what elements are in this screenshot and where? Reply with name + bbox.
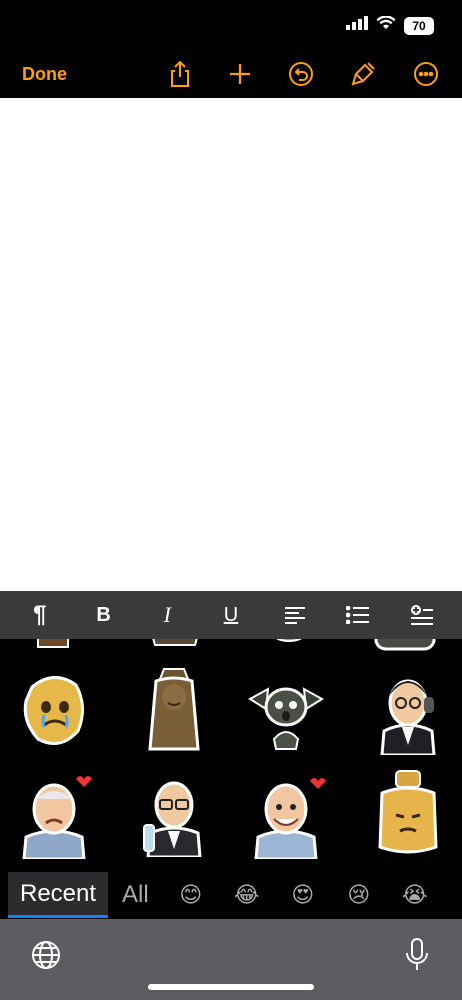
home-indicator: [148, 984, 314, 990]
underline-button[interactable]: U: [211, 595, 251, 635]
note-editor[interactable]: [0, 98, 462, 591]
gargoyle-sticker[interactable]: [246, 669, 326, 759]
markup-icon[interactable]: [349, 60, 377, 88]
format-toolbar: ¶ B I U: [0, 591, 462, 639]
sticker-partial[interactable]: [140, 639, 210, 651]
sticker-grid: [0, 639, 462, 871]
emoji-tab-laugh[interactable]: 😂: [219, 872, 275, 918]
add-icon[interactable]: [226, 60, 254, 88]
gold-nugget-sticker[interactable]: [14, 667, 94, 757]
sticker-partial[interactable]: [28, 639, 78, 651]
italic-button[interactable]: I: [147, 595, 187, 635]
emoji-tab-sad[interactable]: 😢: [331, 872, 387, 918]
bullet-list-icon[interactable]: [338, 595, 378, 635]
tab-recent[interactable]: Recent: [8, 872, 109, 918]
man-headphones-sticker[interactable]: [368, 665, 448, 757]
wooden-statue-sticker[interactable]: [134, 665, 214, 755]
tab-all[interactable]: All: [108, 872, 163, 918]
indent-icon[interactable]: [402, 595, 442, 635]
share-icon[interactable]: [166, 60, 194, 88]
emoji-tab-smile[interactable]: 😊: [163, 872, 219, 918]
status-bar: 70: [0, 0, 462, 50]
paragraph-style-button[interactable]: ¶: [20, 595, 60, 635]
status-icons: 70: [346, 15, 434, 35]
nav-bar: Done: [0, 50, 462, 98]
align-left-icon[interactable]: [275, 595, 315, 635]
perfume-bottle-sticker[interactable]: [368, 767, 448, 857]
undo-icon[interactable]: [287, 60, 315, 88]
old-man-smiling-sticker[interactable]: [246, 769, 326, 861]
sticker-partial[interactable]: [370, 639, 440, 657]
sticker-category-bar: Recent All 😊 😂 😍 😢 😭: [0, 871, 462, 919]
signal-icon: [346, 16, 368, 35]
man-glasses-bottle-sticker[interactable]: [134, 767, 214, 859]
sticker-partial[interactable]: [266, 639, 312, 651]
emoji-tab-crying[interactable]: 😭: [387, 872, 443, 918]
wifi-icon: [376, 15, 396, 35]
bold-button[interactable]: B: [84, 595, 124, 635]
done-button[interactable]: Done: [22, 64, 67, 85]
more-icon[interactable]: [412, 60, 440, 88]
emoji-tab-heart-eyes[interactable]: 😍: [275, 872, 331, 918]
globe-icon[interactable]: [30, 939, 62, 971]
battery-indicator: 70: [404, 16, 434, 35]
microphone-icon[interactable]: [404, 937, 430, 973]
keyboard-bottom-bar: [0, 919, 462, 1000]
old-man-heart-sticker[interactable]: [14, 769, 94, 861]
